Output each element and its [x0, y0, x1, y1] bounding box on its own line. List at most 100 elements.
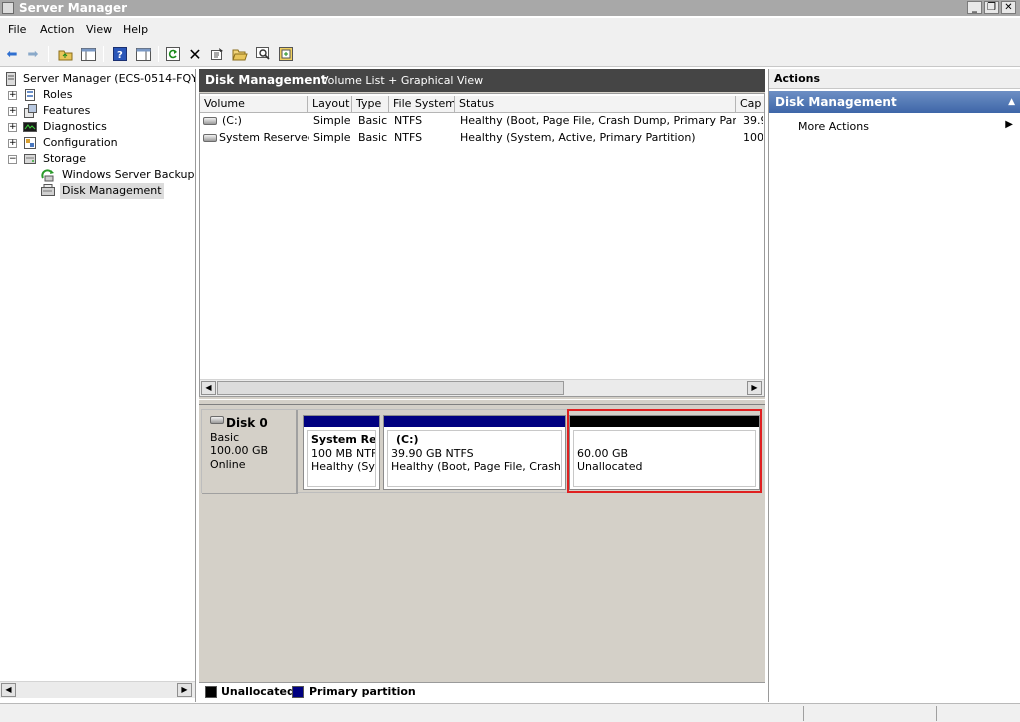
menu-bar: File Action View Help: [0, 18, 1020, 42]
tree-item-configuration[interactable]: + Configuration: [8, 135, 195, 151]
tree-item-disk-management[interactable]: Disk Management: [40, 183, 195, 199]
expand-icon[interactable]: +: [8, 91, 17, 100]
minimize-button[interactable]: _: [967, 1, 982, 14]
disk-name: Disk 0: [226, 416, 268, 430]
volume-list-horizontal-scrollbar[interactable]: ◀ ▶: [200, 379, 764, 396]
partition-name: (C:): [396, 433, 419, 446]
menu-file[interactable]: File: [8, 23, 26, 36]
submenu-arrow-icon[interactable]: ▶: [1005, 119, 1013, 130]
scroll-thumb[interactable]: [217, 381, 564, 395]
tree-item-features[interactable]: + Features: [8, 103, 195, 119]
status-bar: [0, 703, 1020, 722]
cell-type: Basic: [358, 131, 388, 144]
roles-icon: [23, 88, 37, 102]
expand-icon[interactable]: +: [8, 123, 17, 132]
column-header-file-system[interactable]: File System: [389, 96, 455, 113]
scroll-right-icon[interactable]: ▶: [747, 381, 762, 395]
column-header-capacity[interactable]: Cap: [736, 96, 764, 113]
tree-label: Configuration: [43, 136, 118, 149]
search-icon[interactable]: [254, 45, 272, 63]
expand-icon[interactable]: +: [8, 107, 17, 116]
scroll-right-icon[interactable]: ▶: [177, 683, 192, 697]
tree-item-diagnostics[interactable]: + Diagnostics: [8, 119, 195, 135]
tree-label: Diagnostics: [43, 120, 107, 133]
disk-type: Basic: [210, 431, 240, 444]
column-header-type[interactable]: Type: [352, 96, 389, 113]
server-icon: [4, 72, 18, 86]
cell-file-system: NTFS: [394, 114, 423, 127]
volume-list: Volume Layout Type File System Status Ca…: [199, 93, 765, 397]
legend-primary-partition: Primary partition: [309, 685, 416, 698]
tree-item-roles[interactable]: + Roles: [8, 87, 195, 103]
server-manager-icon: [2, 2, 14, 14]
menu-view[interactable]: View: [86, 23, 112, 36]
help-icon[interactable]: ?: [111, 45, 129, 63]
actions-pane: Actions Disk Management ▲ More Actions ▶: [768, 69, 1020, 702]
up-folder-icon[interactable]: [56, 45, 74, 63]
refresh-icon[interactable]: [164, 45, 182, 63]
status-divider: [936, 706, 937, 721]
properties-pane-icon[interactable]: [134, 45, 152, 63]
disk-label-box[interactable]: Disk 0 Basic 100.00 GB Online: [202, 410, 298, 494]
export-icon[interactable]: [277, 45, 295, 63]
menu-help[interactable]: Help: [123, 23, 148, 36]
graphical-view: Disk 0 Basic 100.00 GB Online System Res…: [199, 406, 765, 682]
tree-label: Storage: [43, 152, 87, 165]
tree-label: Roles: [43, 88, 73, 101]
partition-body: (C:) 39.90 GB NTFS Healthy (Boot, Page F…: [387, 430, 562, 487]
column-header-layout[interactable]: Layout: [308, 96, 352, 113]
collapse-icon[interactable]: −: [8, 155, 17, 164]
actions-section-disk-management[interactable]: Disk Management ▲: [769, 91, 1020, 113]
tree-item-server-manager[interactable]: Server Manager (ECS-0514-FQY-00: [4, 71, 195, 87]
partition-size: 39.90 GB NTFS: [391, 447, 474, 460]
partition-bar: [304, 416, 379, 427]
diagnostics-icon: [23, 120, 37, 134]
open-icon[interactable]: [231, 45, 249, 63]
tree-label: Windows Server Backup: [62, 168, 195, 181]
column-header-volume[interactable]: Volume: [200, 96, 308, 113]
svg-text:?: ?: [117, 50, 123, 61]
storage-icon: [23, 152, 37, 166]
expand-icon[interactable]: +: [8, 139, 17, 148]
column-header-status[interactable]: Status: [455, 96, 736, 113]
partition-c-drive[interactable]: (C:) 39.90 GB NTFS Healthy (Boot, Page F…: [383, 415, 566, 490]
delete-icon[interactable]: ✕: [186, 45, 204, 64]
cell-capacity: 100: [743, 131, 763, 144]
drive-icon: [203, 134, 217, 142]
more-actions-link[interactable]: More Actions: [798, 120, 869, 133]
cell-status: Healthy (System, Active, Primary Partiti…: [460, 131, 696, 144]
partition-bar: [384, 416, 565, 427]
partition-status: Healthy (Boot, Page File, Crash Dur: [391, 460, 561, 473]
highlight-rectangle: [567, 409, 762, 493]
toolbar-separator: [103, 46, 104, 62]
partition-body: System Res 100 MB NTFS Healthy (Syst: [307, 430, 376, 487]
scroll-left-icon[interactable]: ◀: [201, 381, 216, 395]
tree-item-windows-server-backup[interactable]: Windows Server Backup: [40, 167, 195, 183]
scroll-left-icon[interactable]: ◀: [1, 683, 16, 697]
menu-action[interactable]: Action: [40, 23, 74, 36]
restore-button[interactable]: ❐: [984, 1, 999, 14]
center-header: Disk Management Volume List + Graphical …: [199, 69, 765, 92]
tree-item-storage[interactable]: − Storage: [8, 151, 195, 167]
collapse-arrow-icon[interactable]: ▲: [1008, 91, 1015, 113]
actions-title: Actions: [769, 69, 1020, 89]
close-button[interactable]: ✕: [1001, 1, 1016, 14]
primary-partition-swatch: [292, 686, 304, 698]
center-title: Disk Management: [205, 73, 327, 87]
pane-splitter[interactable]: [199, 399, 765, 405]
drive-icon: [203, 117, 217, 125]
disk-management-pane: Disk Management Volume List + Graphical …: [199, 69, 765, 702]
partition-name: System Res: [311, 433, 376, 446]
disk-state: Online: [210, 458, 246, 471]
cell-volume: (C:): [222, 114, 242, 127]
show-hide-tree-icon[interactable]: [79, 45, 97, 63]
forward-arrow-icon[interactable]: ➡: [24, 45, 42, 63]
tree-horizontal-scrollbar[interactable]: ◀ ▶: [0, 681, 195, 698]
partition-system-reserved[interactable]: System Res 100 MB NTFS Healthy (Syst: [303, 415, 380, 490]
back-arrow-icon[interactable]: ⬅: [3, 45, 21, 63]
properties-icon[interactable]: [208, 45, 226, 63]
cell-file-system: NTFS: [394, 131, 423, 144]
cell-layout: Simple: [313, 131, 351, 144]
legend-unallocated: Unallocated: [221, 685, 295, 698]
title-bar: Server Manager _ ❐ ✕: [0, 0, 1020, 16]
